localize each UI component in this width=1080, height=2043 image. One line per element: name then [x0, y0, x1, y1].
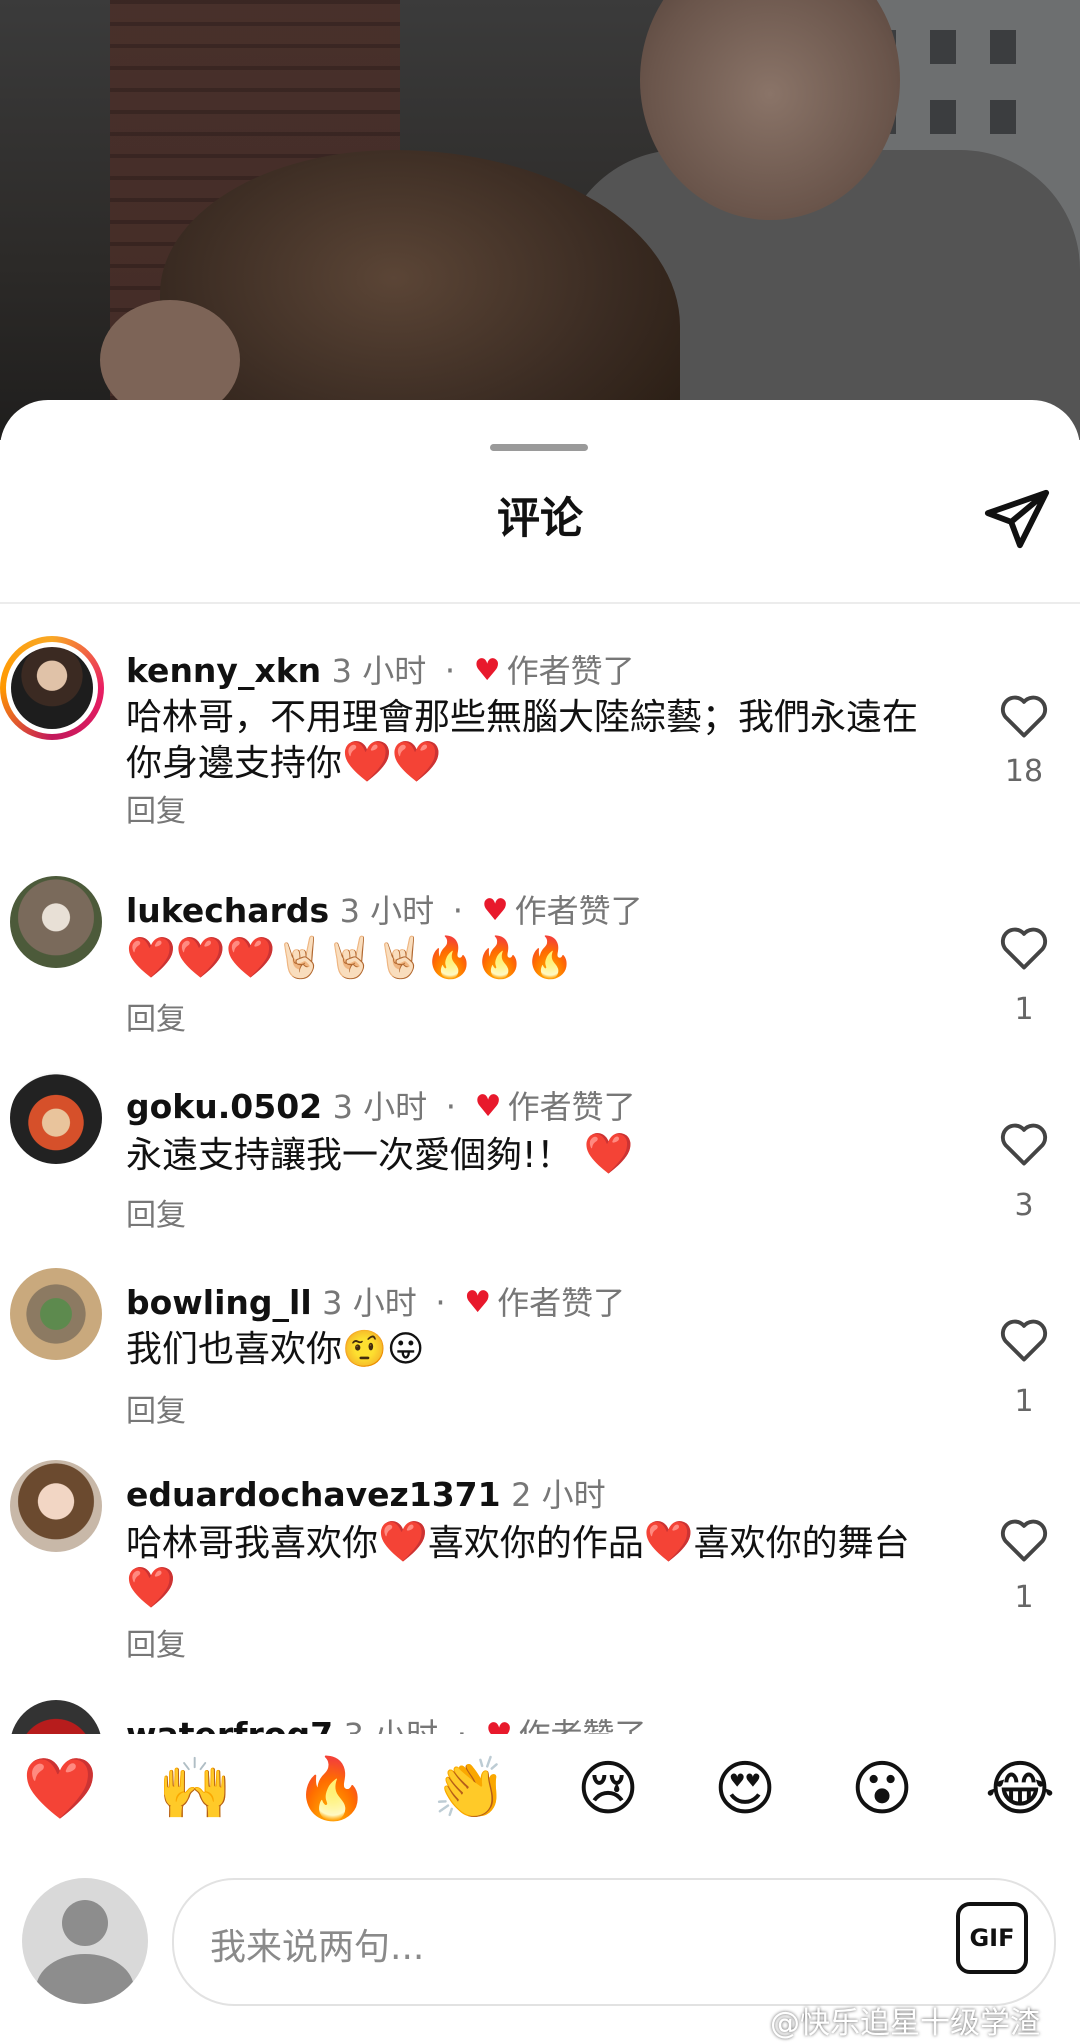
comment-item: goku.0502 3 小时 · ♥ 作者赞了 永遠支持讓我一次愛個夠!！ ❤️ … — [0, 1072, 1080, 1252]
heart-icon: ♥ — [474, 1089, 502, 1124]
comment-header: lukechards 3 小时 · ♥ 作者赞了 — [126, 891, 643, 930]
timestamp: 3 小时 — [344, 1716, 439, 1734]
timestamp: 3 小时 — [322, 1284, 417, 1322]
reply-button[interactable]: 回复 — [126, 786, 186, 830]
surprised-emoji-button[interactable]: 😮 — [842, 1749, 922, 1829]
like-count: 1 — [1014, 1384, 1034, 1419]
liked-by-author-label: 作者赞了 — [507, 1088, 636, 1126]
comment-list[interactable]: kenny_xkn 3 小时 · ♥ 作者赞了 哈林哥，不用理會那些無腦大陸綜藝；… — [0, 604, 1080, 1734]
reply-button[interactable]: 回复 — [126, 1190, 186, 1234]
comment-item: lukechards 3 小时 · ♥ 作者赞了 ❤️❤️❤️🤘🏻🤘🏻🤘🏻🔥🔥🔥 … — [0, 876, 1080, 1056]
username[interactable]: lukechards — [126, 891, 329, 930]
liked-by-author-label: 作者赞了 — [519, 1716, 647, 1734]
heart-outline-icon[interactable] — [998, 692, 1050, 740]
username[interactable]: eduardochavez1371 — [126, 1475, 501, 1514]
avatar[interactable] — [22, 1878, 148, 2004]
heart-outline-icon[interactable] — [998, 1316, 1050, 1364]
like-count: 1 — [1014, 992, 1034, 1027]
avatar[interactable] — [10, 876, 102, 968]
liked-by-author-label: 作者赞了 — [506, 652, 635, 690]
sheet-grabber[interactable] — [490, 444, 588, 451]
timestamp: 3 小时 — [331, 652, 427, 690]
comment-text: 永遠支持讓我一次愛個夠!！ ❤️ — [126, 1131, 634, 1177]
heart-icon: ♥ — [481, 893, 509, 928]
crying-emoji-button[interactable]: 😢 — [568, 1749, 648, 1829]
heart-icon: ♥ — [464, 1285, 492, 1320]
liked-by-author-label: 作者赞了 — [497, 1284, 626, 1322]
like-count: 1 — [1014, 1580, 1034, 1615]
avatar[interactable] — [0, 636, 104, 740]
username[interactable]: waterfrog7 — [126, 1715, 333, 1734]
raising-hands-emoji-button[interactable]: 🙌 — [155, 1749, 235, 1829]
comment-header: waterfrog7 3 小时 · ♥作者赞了 — [126, 1710, 647, 1734]
comment-item: kenny_xkn 3 小时 · ♥ 作者赞了 哈林哥，不用理會那些無腦大陸綜藝；… — [0, 636, 1080, 856]
paper-plane-icon[interactable] — [982, 484, 1052, 554]
heart-icon: ♥ — [486, 1717, 513, 1734]
heart-outline-icon[interactable] — [998, 1120, 1050, 1168]
reply-button[interactable]: 回复 — [126, 1620, 186, 1664]
post-photo — [0, 0, 1080, 440]
comment-input[interactable]: 我来说两句... GIF — [172, 1878, 1056, 2006]
username[interactable]: kenny_xkn — [126, 651, 321, 690]
timestamp: 3 小时 — [332, 1088, 428, 1126]
comment-text: ❤️❤️❤️🤘🏻🤘🏻🤘🏻🔥🔥🔥 — [126, 935, 575, 981]
laughing-emoji-button[interactable]: 😂 — [980, 1749, 1060, 1829]
reply-button[interactable]: 回复 — [126, 994, 186, 1038]
quick-reactions: ❤️ 🙌 🔥 👏 😢 😍 😮 😂 — [0, 1735, 1080, 1835]
clapping-emoji-button[interactable]: 👏 — [430, 1749, 510, 1829]
heart-eyes-emoji-button[interactable]: 😍 — [705, 1749, 785, 1829]
comment-header: kenny_xkn 3 小时 · ♥ 作者赞了 — [126, 651, 635, 690]
avatar[interactable] — [10, 1268, 102, 1360]
username[interactable]: goku.0502 — [126, 1087, 322, 1126]
timestamp: 2 小时 — [511, 1476, 606, 1514]
watermark: @快乐追星十级学渣 — [770, 2006, 1040, 2041]
avatar[interactable] — [10, 1072, 102, 1164]
avatar[interactable] — [10, 1700, 102, 1734]
red-heart-emoji-button[interactable]: ❤️ — [20, 1749, 100, 1829]
comment-item: eduardochavez1371 2 小时 哈林哥我喜欢你❤️喜欢你的作品❤️… — [0, 1460, 1080, 1680]
avatar[interactable] — [10, 1460, 102, 1552]
gif-button[interactable]: GIF — [956, 1902, 1028, 1974]
comment-header: eduardochavez1371 2 小时 — [126, 1470, 606, 1516]
heart-icon: ♥ — [473, 653, 501, 688]
comment-input-placeholder: 我来说两句... — [210, 1927, 425, 1968]
reply-button[interactable]: 回复 — [126, 1386, 186, 1430]
like-count: 18 — [1004, 754, 1044, 789]
comment-text: 哈林哥，不用理會那些無腦大陸綜藝；我們永遠在你身邊支持你❤️❤️ — [126, 697, 919, 785]
heart-outline-icon[interactable] — [998, 924, 1050, 972]
sheet-title: 评论 — [497, 494, 583, 544]
comment-item: waterfrog7 3 小时 · ♥作者赞了 — [0, 1700, 1080, 1734]
comment-header: bowling_ll 3 小时 · ♥ 作者赞了 — [126, 1283, 626, 1322]
liked-by-author-label: 作者赞了 — [514, 892, 643, 930]
username[interactable]: bowling_ll — [126, 1283, 312, 1322]
comment-text: 我们也喜欢你🤨😛 — [126, 1329, 425, 1370]
comment-item: bowling_ll 3 小时 · ♥ 作者赞了 我们也喜欢你🤨😛 回复 1 — [0, 1268, 1080, 1448]
fire-emoji-button[interactable]: 🔥 — [292, 1749, 372, 1829]
like-count: 3 — [1014, 1188, 1034, 1223]
comment-text: 哈林哥我喜欢你❤️喜欢你的作品❤️喜欢你的舞台❤️ — [126, 1519, 910, 1611]
timestamp: 3 小时 — [339, 892, 435, 930]
heart-outline-icon[interactable] — [998, 1516, 1050, 1564]
comment-header: goku.0502 3 小时 · ♥ 作者赞了 — [126, 1087, 636, 1126]
